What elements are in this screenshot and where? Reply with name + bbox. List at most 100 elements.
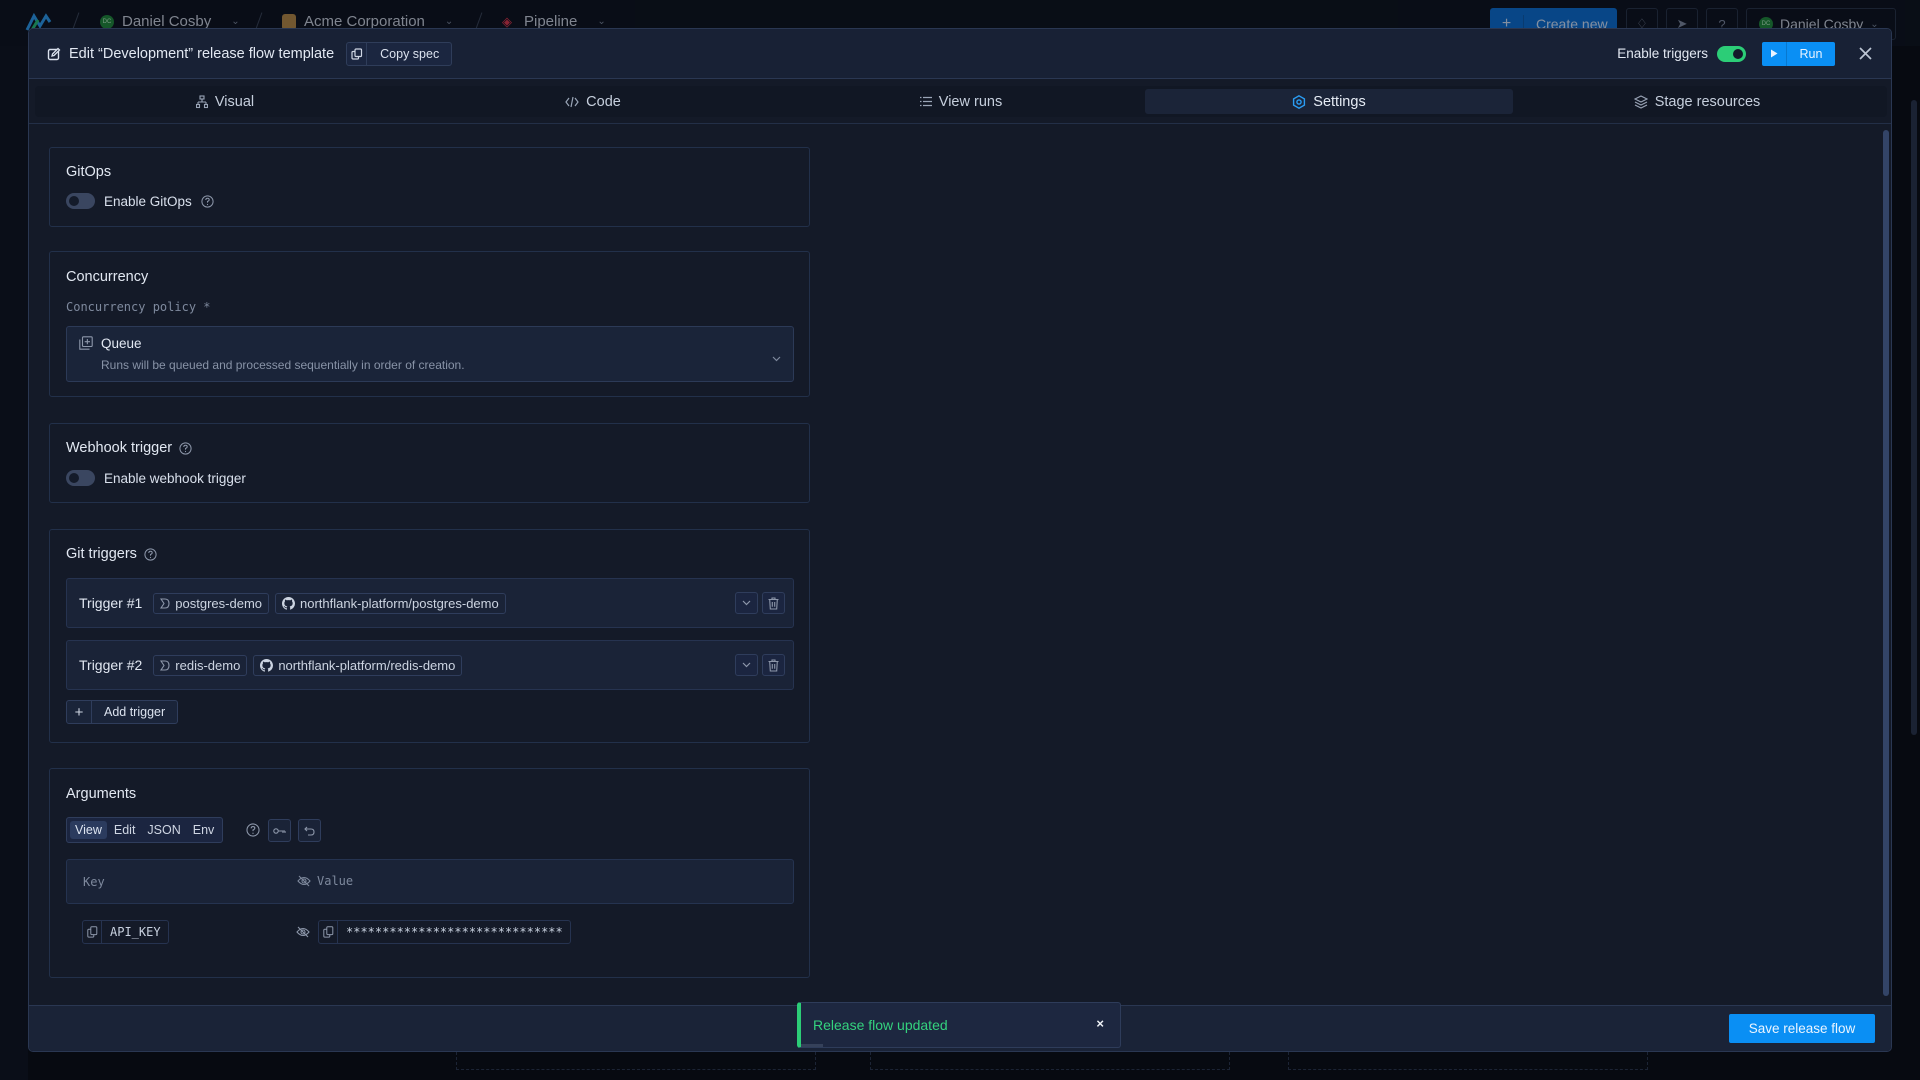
chevron-down-icon (742, 600, 751, 606)
eye-off-icon[interactable] (296, 926, 310, 938)
help-icon[interactable] (179, 441, 192, 455)
mode-edit[interactable]: Edit (109, 821, 141, 839)
gitops-title: GitOps (66, 164, 112, 180)
chevron-down-icon: ⌄ (597, 16, 606, 27)
secret-key-button[interactable] (268, 819, 291, 842)
concurrency-policy-select[interactable]: Queue Runs will be queued and processed … (66, 326, 794, 382)
branch-icon (160, 659, 170, 671)
delete-trigger-button[interactable] (762, 592, 785, 614)
expand-trigger-button[interactable] (735, 654, 758, 676)
tab-label: Visual (214, 93, 255, 110)
toast-progress (801, 1044, 823, 1047)
plus-icon: + (67, 701, 92, 723)
concurrency-title: Concurrency (66, 269, 149, 285)
trigger-name: Trigger #1 (79, 595, 143, 611)
mode-view[interactable]: View (70, 821, 107, 839)
copy-icon (347, 42, 368, 65)
help-icon[interactable] (246, 823, 260, 837)
tab-bar: Visual Code View runs Settings Stage res… (29, 79, 1891, 124)
toast-notification: Release flow updated × (797, 1002, 1121, 1048)
arguments-title: Arguments (66, 786, 137, 802)
tab-view-runs[interactable]: View runs (777, 89, 1145, 114)
copy-spec-label: Copy spec (380, 46, 440, 61)
add-trigger-label: Add trigger (104, 705, 166, 719)
enable-gitops-toggle[interactable] (66, 193, 95, 209)
delete-trigger-button[interactable] (762, 654, 785, 676)
column-key: Key (83, 875, 105, 889)
content-scrollbar[interactable] (1883, 130, 1889, 996)
chevron-down-icon: ⌄ (231, 16, 240, 27)
branch-chip: redis-demo (153, 654, 248, 676)
list-icon (919, 96, 932, 107)
enable-triggers-toggle[interactable] (1717, 45, 1746, 62)
mode-env[interactable]: Env (188, 821, 220, 839)
undo-icon (304, 826, 315, 836)
background-sidebar (0, 46, 28, 1080)
background-card (870, 1052, 1230, 1070)
webhook-toggle-row: Enable webhook trigger (66, 470, 246, 486)
run-label: Run (1799, 46, 1823, 61)
chevron-down-icon: ⌄ (444, 16, 454, 27)
enable-webhook-label: Enable webhook trigger (104, 470, 246, 486)
column-value: Value (297, 874, 353, 888)
modal-title: Edit “Development” release flow template (47, 46, 334, 62)
background-scrollbar (1911, 100, 1917, 735)
selected-policy-description: Runs will be queued and processed sequen… (101, 358, 465, 372)
webhook-title: Webhook trigger (66, 440, 192, 456)
play-icon (1762, 41, 1787, 66)
release-flow-modal: Edit “Development” release flow template… (28, 28, 1892, 1052)
help-icon[interactable] (144, 547, 157, 561)
gitops-toggle-row: Enable GitOps (66, 193, 214, 209)
arguments-mode-switch: View Edit JSON Env (66, 817, 224, 843)
enable-triggers-label: Enable triggers (1617, 46, 1708, 61)
selected-policy-label: Queue (101, 336, 142, 351)
add-trigger-button[interactable]: + Add trigger (66, 700, 179, 724)
background-card (1288, 1052, 1648, 1070)
gear-icon (1293, 94, 1306, 109)
eye-off-icon[interactable] (297, 875, 311, 887)
branch-icon (160, 597, 170, 609)
concurrency-section: Concurrency Concurrency policy * Queue R… (49, 251, 810, 397)
repo-chip: northflank-platform/postgres-demo (275, 592, 506, 614)
tab-stage-resources[interactable]: Stage resources (1513, 89, 1881, 114)
argument-key: API_KEY (82, 920, 169, 944)
trigger-row: Trigger #2 redis-demo northflank-platfor… (66, 640, 794, 690)
tab-label: Stage resources (1654, 93, 1761, 110)
enable-webhook-toggle[interactable] (66, 470, 95, 486)
run-button[interactable]: Run (1762, 41, 1835, 66)
avatar: DC (100, 14, 114, 29)
arguments-table-header: Key Value (66, 859, 794, 904)
key-icon (273, 827, 286, 834)
tab-label: Settings (1313, 93, 1366, 110)
undo-button[interactable] (298, 819, 321, 842)
copy-icon[interactable] (83, 921, 102, 943)
pipeline-icon: ◈ (502, 13, 512, 29)
help-icon[interactable] (201, 194, 214, 208)
code-icon (565, 96, 579, 107)
modal-title-text: Edit “Development” release flow template (69, 45, 335, 62)
save-release-flow-button[interactable]: Save release flow (1729, 1014, 1875, 1043)
close-icon (1858, 47, 1872, 60)
github-icon (282, 596, 296, 610)
tab-settings[interactable]: Settings (1145, 89, 1513, 114)
tab-code[interactable]: Code (409, 89, 777, 114)
git-triggers-section: Git triggers Trigger #1 postgres-demo no… (49, 529, 810, 743)
copy-spec-button[interactable]: Copy spec (346, 41, 453, 66)
enable-gitops-label: Enable GitOps (104, 193, 192, 209)
gitops-section: GitOps Enable GitOps (49, 147, 810, 227)
close-icon[interactable]: × (1096, 1016, 1104, 1031)
close-button[interactable] (1857, 46, 1873, 62)
argument-value: ****************************** (318, 920, 571, 944)
trigger-row: Trigger #1 postgres-demo northflank-plat… (66, 578, 794, 628)
header-actions: Enable triggers Run (1617, 41, 1873, 66)
expand-trigger-button[interactable] (735, 592, 758, 614)
copy-icon[interactable] (319, 921, 338, 943)
chevron-down-icon (772, 349, 781, 367)
repo-chip: northflank-platform/redis-demo (253, 654, 463, 676)
trigger-name: Trigger #2 (79, 657, 143, 673)
settings-content: GitOps Enable GitOps Concurrency Concurr… (29, 125, 1881, 1005)
mode-json[interactable]: JSON (142, 821, 185, 839)
background-card (456, 1052, 816, 1070)
chevron-down-icon (742, 662, 751, 668)
tab-visual[interactable]: Visual (41, 89, 409, 114)
